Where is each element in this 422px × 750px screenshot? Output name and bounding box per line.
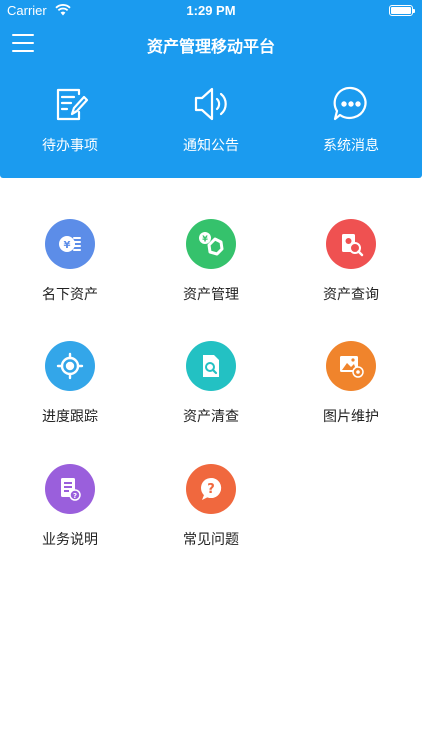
yuan-gear-icon: ¥: [186, 219, 236, 269]
battery-icon: [389, 5, 415, 16]
document-question-icon: ?: [45, 464, 95, 514]
grid-item-business-guide[interactable]: ? 业务说明: [0, 464, 140, 554]
target-icon: [45, 341, 95, 391]
grid-item-asset-management[interactable]: ¥ 资产管理: [141, 219, 281, 309]
grid-item-my-assets[interactable]: ¥ 名下资产: [0, 219, 140, 309]
grid-item-asset-inventory[interactable]: 资产清查: [141, 341, 281, 431]
grid-item-label: 名下资产: [42, 287, 98, 303]
svg-text:¥: ¥: [64, 240, 71, 251]
grid-item-label: 资产查询: [323, 287, 379, 303]
svg-text:?: ?: [207, 482, 215, 497]
status-bar: Carrier 1:29 PM: [0, 0, 422, 22]
svg-text:?: ?: [73, 492, 77, 500]
svg-text:¥: ¥: [202, 235, 208, 244]
header: Carrier 1:29 PM 资产管理移动平台 待办事项 通知公告 系统消息: [0, 0, 422, 178]
grid-item-asset-query[interactable]: 资产查询: [281, 219, 421, 309]
grid-item-label: 进度跟踪: [42, 409, 98, 425]
grid-item-image-maintenance[interactable]: 图片维护: [281, 341, 421, 431]
grid-item-progress-tracking[interactable]: 进度跟踪: [0, 341, 140, 431]
quick-actions: 待办事项 通知公告 系统消息: [0, 84, 422, 164]
search-document-icon: [326, 219, 376, 269]
grid-item-faq[interactable]: ? 常见问题: [141, 464, 281, 554]
chat-bubble-icon: [333, 86, 367, 121]
todo-edit-icon: [56, 88, 89, 121]
quick-action-label: 通知公告: [183, 138, 239, 154]
quick-action-messages[interactable]: 系统消息: [281, 84, 421, 164]
question-icon: ?: [186, 464, 236, 514]
image-gear-icon: [326, 341, 376, 391]
status-time: 1:29 PM: [186, 3, 236, 18]
grid-item-label: 资产清查: [183, 409, 239, 425]
grid-item-label: 业务说明: [42, 532, 98, 548]
quick-action-label: 系统消息: [323, 138, 379, 154]
page-title: 资产管理移动平台: [146, 37, 275, 56]
yuan-document-icon: ¥: [45, 219, 95, 269]
grid-item-label: 常见问题: [183, 532, 239, 548]
grid-item-label: 图片维护: [323, 409, 379, 425]
quick-action-label: 待办事项: [42, 138, 98, 154]
quick-action-todo[interactable]: 待办事项: [0, 84, 140, 164]
grid-item-label: 资产管理: [183, 287, 239, 303]
document-search-icon: [186, 341, 236, 391]
quick-action-notice[interactable]: 通知公告: [141, 84, 281, 164]
speaker-icon: [194, 87, 227, 121]
